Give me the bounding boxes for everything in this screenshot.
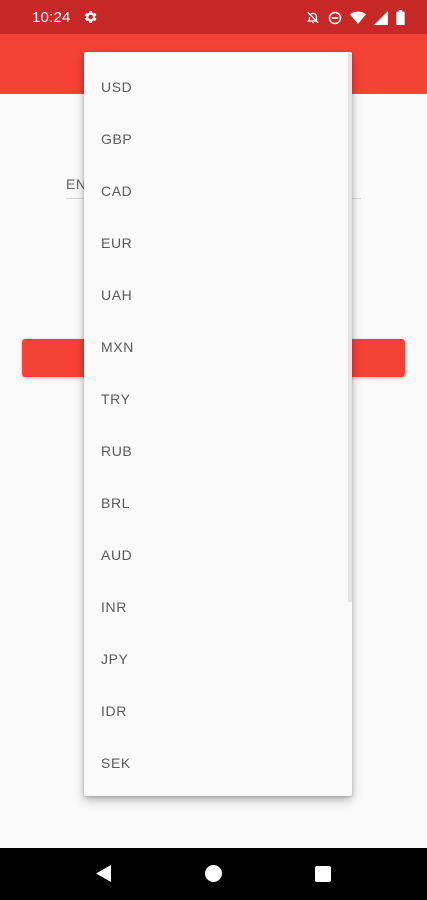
status-time: 10:24 xyxy=(32,9,71,26)
currency-option-aud[interactable]: AUD xyxy=(84,529,352,581)
currency-option-brl[interactable]: BRL xyxy=(84,477,352,529)
status-icons xyxy=(306,9,405,26)
notifications-off-icon xyxy=(306,11,319,24)
currency-option-mxn[interactable]: MXN xyxy=(84,321,352,373)
do-not-disturb-icon xyxy=(328,11,342,24)
status-bar: 10:24 xyxy=(0,0,427,34)
currency-option-eur[interactable]: EUR xyxy=(84,217,352,269)
currency-option-idr[interactable]: IDR xyxy=(84,685,352,737)
currency-option-try[interactable]: TRY xyxy=(84,373,352,425)
navigation-bar xyxy=(0,848,427,900)
home-icon[interactable] xyxy=(205,865,222,882)
currency-option-inr[interactable]: INR xyxy=(84,581,352,633)
battery-icon xyxy=(396,10,405,25)
recents-icon[interactable] xyxy=(315,866,331,882)
currency-option-rub[interactable]: RUB xyxy=(84,425,352,477)
wifi-icon xyxy=(350,11,366,24)
currency-option-jpy[interactable]: JPY xyxy=(84,633,352,685)
currency-option-cad[interactable]: CAD xyxy=(84,165,352,217)
currency-option-sek[interactable]: SEK xyxy=(84,737,352,789)
back-icon[interactable] xyxy=(96,865,111,882)
settings-icon xyxy=(84,11,97,23)
signal-icon xyxy=(374,10,388,25)
currency-option-uah[interactable]: UAH xyxy=(84,269,352,321)
currency-option-usd[interactable]: USD xyxy=(84,61,352,113)
currency-dropdown-menu[interactable]: USD GBP CAD EUR UAH MXN TRY RUB BRL AUD … xyxy=(84,52,352,796)
dropdown-scrollbar[interactable] xyxy=(348,52,352,602)
currency-list: USD GBP CAD EUR UAH MXN TRY RUB BRL AUD … xyxy=(84,52,352,789)
currency-option-gbp[interactable]: GBP xyxy=(84,113,352,165)
